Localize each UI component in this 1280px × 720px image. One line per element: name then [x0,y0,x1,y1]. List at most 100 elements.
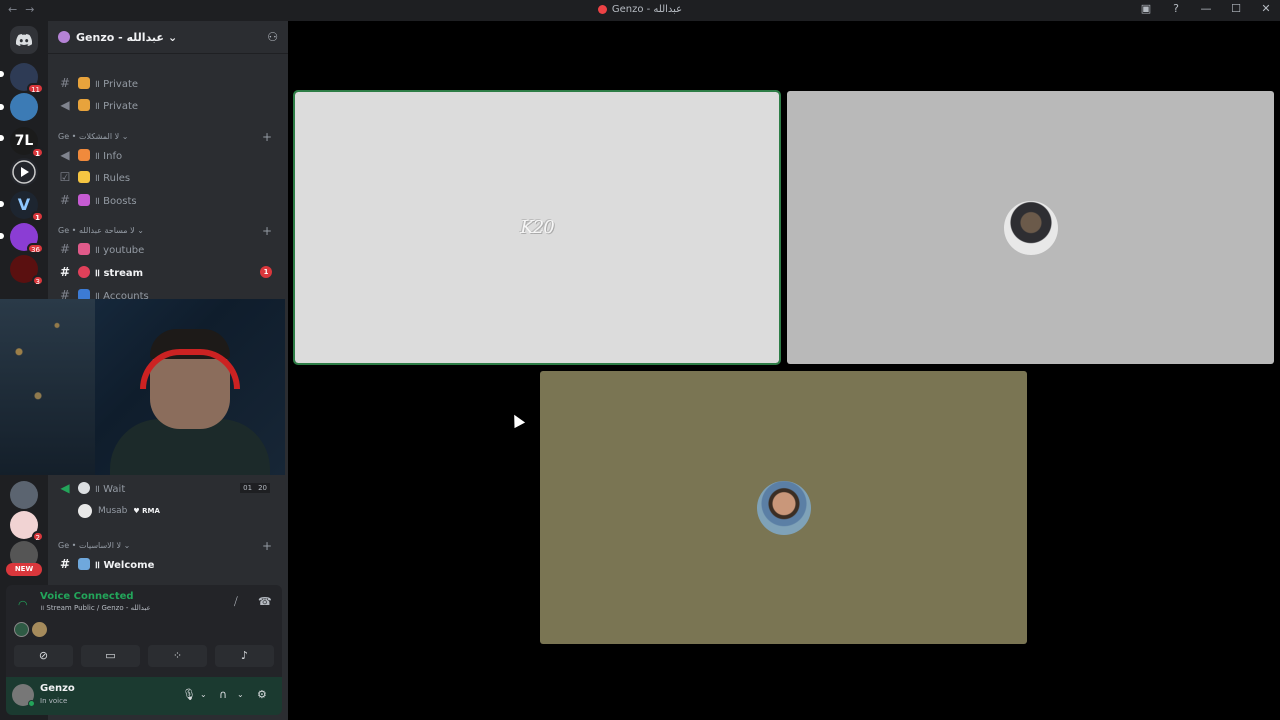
category-basics[interactable]: Ge • لا الاساسيات ⌄ + [58,539,280,553]
mention-badge: 1 [31,211,44,222]
user-name[interactable]: Genzo [40,683,75,694]
user-status: In voice [40,697,68,705]
avatar[interactable] [12,684,35,707]
channel-label: ॥ Private [94,79,139,90]
unread-badge: 1 [260,266,272,278]
voice-action-buttons: ⊘ ▭ ⁘ ♪ [14,645,274,667]
tile-logo: K20 [520,217,554,238]
chevron-down-icon: ⌄ [167,30,178,44]
channel-label: ॥ Info [94,151,123,162]
discord-home-icon[interactable] [10,26,38,54]
channel-label: ॥ Private [94,101,139,112]
unread-pill [0,201,4,207]
live-icon [597,5,607,14]
server-icon[interactable]: 11 [10,63,44,94]
channel-label: ॥ stream [94,268,144,279]
microphone-icon[interactable]: 🎙 [182,688,196,701]
new-badge[interactable]: NEW [6,563,42,576]
unread-pill [0,135,4,141]
video-tile-2[interactable] [787,91,1274,364]
signal-icon[interactable]: ◠ [18,598,28,611]
plane-icon [78,558,90,570]
server-icon[interactable] [10,93,38,121]
channel-private-voice[interactable]: ◀ ॥ Private [56,95,280,115]
avatar[interactable] [32,622,47,637]
user-panel: Genzo In voice 🎙 ⌄ ∩ ⌄ ⚙ [6,677,282,715]
headphones-icon[interactable]: ∩ [219,688,227,701]
chevron-down-icon[interactable]: ⌄ [200,690,207,699]
circle-icon [78,482,90,494]
window-controls: ▣ ? — ☐ ✕ [1138,2,1274,15]
server-icon[interactable] [10,481,38,509]
minimize-button[interactable]: — [1198,2,1214,15]
screen-share-button[interactable]: ▭ [81,645,140,667]
invite-icon[interactable]: ⚇ [267,30,278,44]
avatar[interactable] [14,622,29,637]
channel-youtube[interactable]: # ॥ youtube [56,239,280,259]
disconnect-icon[interactable]: ☎ [258,595,272,608]
hash-icon: # [59,265,71,279]
member-name: Musab [98,506,128,516]
activities-button[interactable]: ⁘ [148,645,207,667]
channel-label: ॥ Wait [94,484,126,495]
category-label: Ge • لا مساحة عبدالله ⌄ [58,226,144,235]
server-icon[interactable]: 2 [10,511,44,542]
mouse-cursor [508,411,526,429]
video-tile-3[interactable] [540,371,1027,644]
voice-member[interactable]: Musab ♥ RMA [78,501,278,521]
speaker-icon: ◀ [60,481,70,495]
video-tile-1[interactable]: K20 [293,90,781,365]
channel-private-text[interactable]: # ॥ Private [56,73,280,93]
voice-channel-wait[interactable]: ◀ ॥ Wait 01 20 [56,478,280,498]
member-tag: ♥ RMA [133,507,160,515]
inbox-icon[interactable]: ▣ [1138,2,1154,15]
soundboard-button[interactable]: ♪ [215,645,274,667]
category-space[interactable]: Ge • لا مساحة عبدالله ⌄ + [58,224,280,238]
window-title-text: Genzo - عبدالله [611,4,683,15]
settings-icon[interactable]: ⚙ [257,688,267,701]
avatar [78,504,92,518]
chevron-down-icon[interactable]: ⌄ [237,690,244,699]
close-button[interactable]: ✕ [1258,2,1274,15]
bell-icon [78,149,90,161]
camera-off-button[interactable]: ⊘ [14,645,73,667]
megaphone-icon: ◀ [60,148,70,162]
rules-icon: ☑ [59,170,71,184]
channel-info[interactable]: ◀ ॥ Info [56,145,280,165]
category-problems[interactable]: Ge • لا المشكلات ⌄ + [58,130,280,144]
window-title: Genzo - عبدالله [0,4,1280,15]
mention-badge: 11 [27,83,44,94]
avatar [1003,200,1058,255]
help-icon[interactable]: ? [1168,2,1184,15]
add-channel-icon[interactable]: + [262,130,272,144]
add-channel-icon[interactable]: + [262,539,272,553]
noise-suppression-icon[interactable]: ⧸ [234,595,238,609]
category-label: Ge • لا المشكلات ⌄ [58,132,129,141]
server-icon[interactable]: 36 [10,223,44,254]
hash-icon: # [59,76,71,90]
server-icon[interactable]: 3 [10,255,44,286]
channel-boosts[interactable]: # ॥ Boosts [56,190,280,210]
channel-welcome[interactable]: # ॥ Welcome [56,554,280,574]
maximize-button[interactable]: ☐ [1228,2,1244,15]
server-icon[interactable]: V1 [10,191,44,222]
unread-pill [0,233,4,239]
diamond-icon [78,194,90,206]
title-bar: ← → Genzo - عبدالله ▣ ? — ☐ ✕ [0,0,1280,21]
server-icon[interactable]: 7L 1 [10,127,44,158]
mention-badge: 36 [27,243,44,254]
voice-status-subtitle[interactable]: ॥ Stream Public / Genzo - عبدالله [40,604,151,613]
fairy-lights-image [0,299,95,475]
server-flower-icon [58,31,70,43]
speaker-icon: ◀ [60,98,70,112]
add-channel-icon[interactable]: + [262,224,272,238]
channel-rules[interactable]: ☑ ॥ Rules [56,167,280,187]
channel-label: ॥ Boosts [94,196,137,207]
megaphone-icon [78,243,90,255]
unread-pill [0,71,4,77]
voice-status-title[interactable]: Voice Connected [40,591,134,602]
channel-stream[interactable]: # ॥ stream 1 [56,262,280,282]
server-icon[interactable] [10,158,38,186]
lock-icon [78,99,90,111]
server-header[interactable]: Genzo - عبدالله ⌄ ⚇ [48,21,288,54]
